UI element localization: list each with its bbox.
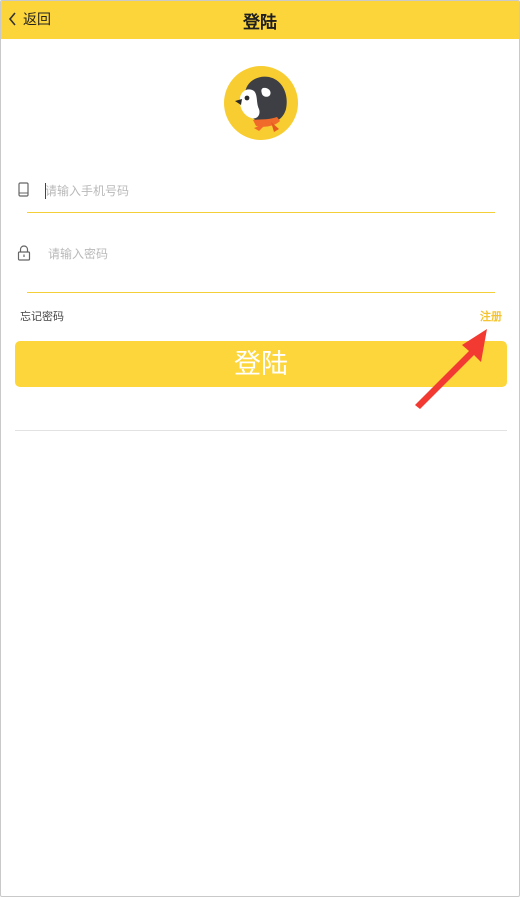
penguin-mascot-logo <box>224 66 298 140</box>
text-caret <box>45 183 46 199</box>
top-bar: 返回 登陆 <box>1 1 519 39</box>
app-window: 返回 登陆 忘记密码 注册 登陆 <box>0 0 520 897</box>
register-link[interactable]: 注册 <box>480 308 502 324</box>
lock-icon <box>17 245 31 261</box>
phone-input[interactable] <box>45 182 485 200</box>
red-arrow-icon <box>415 329 487 409</box>
password-input[interactable] <box>48 245 488 263</box>
password-underline <box>27 292 495 293</box>
forgot-password-link[interactable]: 忘记密码 <box>20 308 64 324</box>
divider <box>15 430 507 431</box>
page-title: 登陆 <box>243 13 277 33</box>
phone-icon <box>18 182 29 197</box>
phone-underline <box>27 212 495 213</box>
